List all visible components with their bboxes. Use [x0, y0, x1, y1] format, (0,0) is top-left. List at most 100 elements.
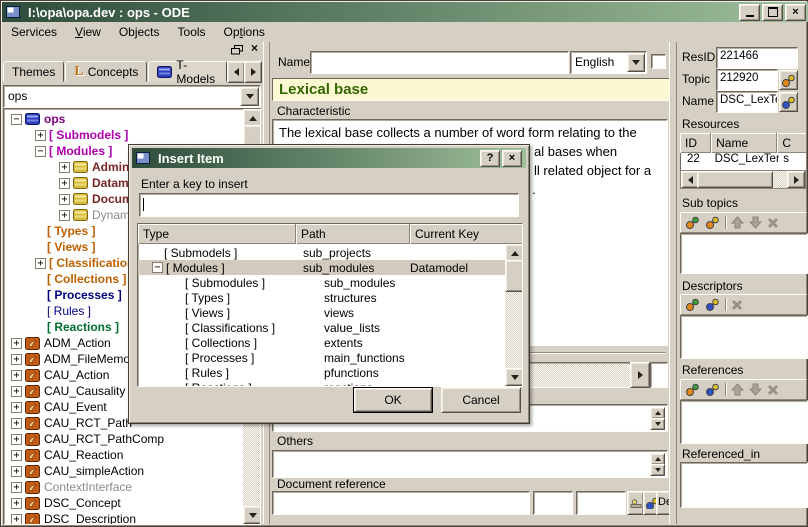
name-link-button[interactable] [779, 92, 798, 112]
insert-row-classifications[interactable]: [ Classifications ]value_lists [138, 320, 505, 335]
name-input[interactable]: DSC_LexTerm [716, 91, 778, 113]
resources-column-name[interactable]: Name [711, 133, 777, 153]
scroll-down-button[interactable] [505, 368, 523, 386]
cancel-button[interactable]: Cancel [441, 387, 521, 413]
sub-topics-mol-oy-button[interactable] [705, 216, 720, 229]
dialog-scrollbar[interactable] [505, 244, 522, 386]
maximize-button[interactable] [762, 4, 783, 21]
help-button[interactable]: ? [480, 150, 500, 167]
key-input[interactable] [139, 193, 519, 217]
expand-icon[interactable]: + [11, 450, 22, 461]
insert-row-types[interactable]: [ Types ]structures [138, 290, 505, 305]
sub-topics-del-button[interactable] [767, 217, 779, 229]
insert-row-modules[interactable]: −[ Modules ]sub_modulesDatamodel [138, 260, 505, 275]
resources-row[interactable]: 22DSC_LexTerms [680, 153, 806, 170]
resources-hscrollbar[interactable] [680, 170, 806, 189]
references-list[interactable] [680, 400, 808, 444]
menu-services[interactable]: Services [2, 22, 66, 42]
referenced-in-list[interactable] [680, 462, 808, 508]
references-del-button[interactable] [767, 384, 779, 396]
language-combobox[interactable]: English [570, 51, 647, 74]
insert-row-reactions[interactable]: [ Reactions ]reactions [138, 380, 505, 387]
right-splitter[interactable] [669, 42, 677, 524]
tree-item-cau-reaction[interactable]: +CAU_Reaction [5, 447, 242, 463]
column-header-path[interactable]: Path [296, 224, 410, 244]
window-titlebar[interactable]: I:\opa\opa.dev : ops - ODE × [2, 2, 808, 22]
expand-icon[interactable]: + [35, 130, 46, 141]
insert-row-processes[interactable]: [ Processes ]main_functions [138, 350, 505, 365]
resources-column-id[interactable]: ID [680, 133, 711, 153]
hscrollbar-thumb[interactable] [697, 171, 773, 188]
tab-themes[interactable]: Themes [3, 61, 64, 82]
expand-icon[interactable]: + [11, 402, 22, 413]
scroll-right-button[interactable] [630, 362, 650, 388]
expand-icon[interactable]: + [11, 354, 22, 365]
sub-topics-mol-og-button[interactable] [685, 216, 700, 229]
combobox-dropdown-button[interactable] [240, 87, 259, 106]
insert-row-views[interactable]: [ Views ]views [138, 305, 505, 320]
scroll-down-button[interactable] [243, 506, 261, 524]
expand-icon[interactable]: + [59, 178, 70, 189]
tree-item-ops[interactable]: −ops [5, 111, 242, 127]
dialog-close-button[interactable]: × [502, 150, 522, 167]
references-up-button[interactable] [731, 383, 744, 396]
tab-scroll-left-button[interactable] [227, 61, 245, 83]
tree-item-cau-simpleaction[interactable]: +CAU_simpleAction [5, 463, 242, 479]
descriptors-mol-og-button[interactable] [685, 298, 700, 311]
sub-topics-list[interactable] [680, 233, 808, 274]
resources-column-c[interactable]: C [777, 133, 806, 153]
document-reference-field3[interactable] [576, 491, 626, 515]
tree-item-dsc-concept[interactable]: +DSC_Concept [5, 495, 242, 511]
dock-close-button[interactable]: × [248, 42, 261, 55]
expand-icon[interactable]: + [11, 338, 22, 349]
expand-icon[interactable]: + [11, 514, 22, 525]
scrollbar-thumb[interactable] [505, 260, 523, 292]
menu-objects[interactable]: Objects [110, 22, 169, 42]
topic-input[interactable]: 212920 [716, 69, 778, 91]
insert-row-rules[interactable]: [ Rules ]pfunctions [138, 365, 505, 380]
insert-row-submodels[interactable]: [ Submodels ]sub_projects [138, 245, 505, 260]
minimize-button[interactable] [739, 4, 760, 21]
document-reference-input[interactable] [272, 491, 530, 515]
others-input[interactable] [272, 450, 668, 478]
dialog-titlebar[interactable]: Insert Item ? × [132, 148, 526, 168]
topic-link-button[interactable] [779, 70, 798, 90]
resid-input[interactable]: 221466 [716, 47, 798, 69]
close-button[interactable]: × [785, 4, 806, 21]
ok-button[interactable]: OK [353, 387, 433, 413]
expand-icon[interactable]: + [11, 466, 22, 477]
column-header-current-key[interactable]: Current Key [410, 224, 522, 244]
references-mol-by-button[interactable] [705, 383, 720, 396]
collapse-icon[interactable]: − [11, 114, 22, 125]
expand-icon[interactable]: + [11, 370, 22, 381]
column-header-type[interactable]: Type [138, 224, 296, 244]
spin-down-button[interactable] [650, 418, 665, 430]
references-mol-og-button[interactable] [685, 383, 700, 396]
name-input[interactable] [310, 51, 569, 74]
tab-t-models[interactable]: T-Models [148, 61, 227, 82]
expand-icon[interactable]: + [11, 386, 22, 397]
tree-item-contextinterface[interactable]: +ContextInterface [5, 479, 242, 495]
expand-icon[interactable]: + [11, 482, 22, 493]
spin-down-button[interactable] [650, 464, 665, 476]
language-checkbox[interactable] [651, 54, 666, 69]
menu-tools[interactable]: Tools [169, 22, 215, 42]
language-dropdown-button[interactable] [627, 53, 645, 72]
expand-icon[interactable]: + [11, 434, 22, 445]
collapse-icon[interactable]: − [35, 146, 46, 157]
tab-scroll-right-button[interactable] [244, 61, 262, 83]
tab-concepts[interactable]: LConcepts [65, 61, 147, 82]
descriptors-del-button[interactable] [731, 299, 743, 311]
reference-apply-button[interactable] [627, 491, 644, 515]
scroll-right-button[interactable] [787, 171, 805, 188]
sub-topics-up-button[interactable] [731, 216, 744, 229]
expand-icon[interactable]: + [11, 498, 22, 509]
insert-row-submodules[interactable]: [ Submodules ]sub_modules [138, 275, 505, 290]
expand-icon[interactable]: + [11, 418, 22, 429]
tree-item-dsc-description[interactable]: +DSC_Description [5, 511, 242, 525]
model-combobox[interactable]: ops [3, 85, 261, 108]
expand-icon[interactable]: + [59, 194, 70, 205]
sub-topics-down-button[interactable] [749, 216, 762, 229]
collapse-icon[interactable]: − [152, 262, 163, 273]
expand-icon[interactable]: + [59, 210, 70, 221]
